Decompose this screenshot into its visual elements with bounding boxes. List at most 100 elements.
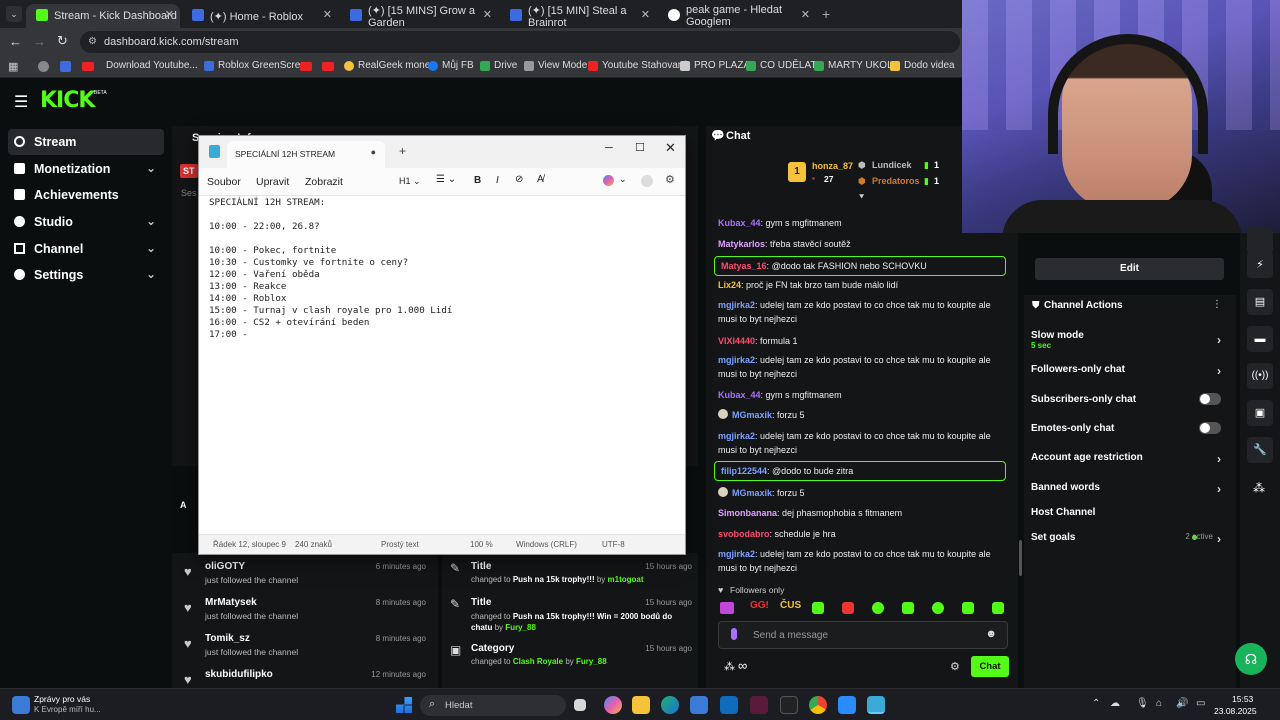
news-title[interactable]: Zprávy pro vás — [34, 694, 90, 704]
bookmark-item[interactable]: RealGeek money — [344, 60, 435, 71]
chat-username[interactable]: Kubax_44 — [718, 218, 761, 228]
italic-icon[interactable]: I — [496, 175, 499, 186]
tab-kick-dashboard[interactable]: Stream - Kick Dashboard ✕ — [26, 4, 180, 28]
chat-settings-icon[interactable]: ⚙ — [950, 660, 960, 673]
leader-name[interactable]: honza_87 — [812, 161, 853, 171]
chrome-icon[interactable] — [809, 696, 827, 714]
tab-steal-brainrot[interactable]: (✦) [15 MIN] Steal a Brainrot ✕ — [500, 4, 656, 29]
url-field[interactable]: ⚙ dashboard.kick.com/stream — [80, 31, 960, 53]
banned-words-row[interactable]: Banned words › — [1031, 482, 1227, 496]
tab-grow-garden[interactable]: (✦) [15 MINS] Grow a Garden ✕ — [340, 4, 498, 29]
close-icon[interactable]: ✕ — [323, 8, 332, 21]
tray-app-icon[interactable]: ☁ — [1110, 698, 1120, 709]
expand-leaderboard-icon[interactable]: ⯆ — [858, 192, 865, 203]
chat-username[interactable]: Kubax_44 — [718, 390, 761, 400]
bold-icon[interactable]: B — [474, 175, 481, 186]
outlook-icon[interactable] — [720, 696, 738, 714]
follower-name[interactable]: skubidufilipko — [205, 669, 273, 680]
tab-menu-button[interactable]: ⌄ — [6, 6, 22, 22]
microphone-icon[interactable] — [731, 628, 737, 640]
kick-logo[interactable]: KICK — [40, 88, 95, 113]
clock-time[interactable]: 15:53 — [1232, 694, 1253, 704]
host-channel-row[interactable]: Host Channel — [1031, 507, 1227, 518]
close-icon[interactable]: ✕ — [665, 140, 676, 156]
menu-file[interactable]: Soubor — [207, 176, 241, 188]
edit-button[interactable]: Edit — [1035, 258, 1224, 280]
follower-name[interactable]: Tomik_sz — [205, 633, 250, 644]
clear-format-icon[interactable]: A̸ — [537, 174, 544, 185]
send-chat-button[interactable]: Chat — [971, 656, 1009, 677]
close-icon[interactable]: ✕ — [165, 8, 174, 21]
bookmark-item[interactable]: Download Youtube... — [106, 60, 198, 71]
link-icon[interactable]: ⊘ — [515, 174, 523, 185]
broadcast-icon[interactable]: ((•)) — [1247, 363, 1273, 389]
back-icon[interactable]: ← — [9, 34, 22, 49]
taskbar-search[interactable]: ⌕ Hledat — [420, 695, 566, 716]
account-age-row[interactable]: Account age restriction › — [1031, 452, 1227, 466]
chat-username[interactable]: mgjirka2 — [718, 300, 755, 310]
list-icon[interactable]: ☰ ⌄ — [436, 174, 456, 185]
emote-icon[interactable] — [720, 602, 734, 614]
edge-icon[interactable] — [661, 696, 679, 714]
hamburger-menu-icon[interactable]: ☰ — [14, 92, 28, 112]
reload-icon[interactable]: ↻ — [57, 33, 68, 49]
account-icon[interactable] — [641, 175, 653, 187]
chat-username[interactable]: filip122544 — [721, 466, 767, 476]
tray-chevron-icon[interactable]: ⌃ — [1092, 698, 1100, 709]
chat-username[interactable]: MGmaxik — [732, 410, 772, 420]
copilot-app-icon[interactable] — [604, 696, 622, 714]
chat-username[interactable]: mgjirka2 — [718, 355, 755, 365]
emote-icon[interactable] — [812, 602, 824, 614]
forward-icon[interactable]: → — [33, 34, 46, 49]
emote-icon[interactable]: ČUS — [780, 600, 801, 611]
apps-grid-icon[interactable]: ▦ — [8, 60, 18, 73]
battery-icon[interactable]: ▭ — [1196, 698, 1205, 709]
sidebar-item-monetization[interactable]: Monetization ⌄ — [8, 156, 164, 182]
bookmark-item[interactable]: Dodo videa — [890, 60, 955, 71]
roblox-bookmark-icon[interactable] — [60, 61, 71, 72]
chat-scrollbar[interactable] — [1019, 540, 1022, 576]
leader-name[interactable]: Predatoros — [872, 176, 920, 186]
youtube-bookmark-icon[interactable] — [82, 62, 94, 71]
chat-username[interactable]: mgjirka2 — [718, 549, 755, 559]
copilot-icon[interactable] — [603, 175, 614, 186]
slow-mode-row[interactable]: Slow mode 5 sec › — [1031, 330, 1227, 356]
menu-view[interactable]: Zobrazit — [305, 176, 343, 188]
follower-name[interactable]: MrMatysek — [205, 597, 257, 608]
new-tab-button[interactable]: + — [822, 6, 830, 22]
chat-username[interactable]: Lix24 — [718, 280, 741, 290]
emoji-icon[interactable]: ☻ — [985, 628, 997, 640]
start-icon[interactable] — [396, 697, 412, 713]
chat-username[interactable]: MGmaxik — [732, 488, 772, 498]
notepad-taskbar-icon[interactable] — [867, 696, 885, 714]
chat-bubble-icon[interactable]: ▬ — [1247, 326, 1273, 352]
close-icon[interactable]: ✕ — [483, 8, 492, 21]
emotes-only-row[interactable]: Emotes-only chat — [1031, 422, 1227, 434]
chat-username[interactable]: Matykarlos — [718, 239, 765, 249]
maximize-icon[interactable]: ☐ — [635, 141, 645, 154]
sidebar-item-stream[interactable]: Stream — [8, 129, 164, 155]
new-tab-button[interactable]: + — [399, 144, 406, 158]
chat-username[interactable]: Simonbanana — [718, 508, 777, 518]
bookmark-item[interactable]: CO UDĚLAT — [746, 60, 817, 71]
bookmark-item[interactable]: Drive — [480, 60, 517, 71]
store-icon[interactable] — [690, 696, 708, 714]
wrench-icon[interactable]: 🔧 — [1247, 437, 1273, 463]
network-icon[interactable]: ⌂ — [1156, 698, 1162, 709]
chat-username[interactable]: svobodabro — [718, 529, 770, 539]
chrome-bookmark-icon[interactable] — [38, 61, 49, 72]
sidebar-item-channel[interactable]: Channel ⌄ — [8, 236, 164, 262]
heading-select[interactable]: H1 ⌄ — [399, 176, 421, 187]
emote-icon[interactable] — [992, 602, 1004, 614]
sidebar-item-achievements[interactable]: Achievements — [8, 182, 164, 208]
emote-icon[interactable]: GG! — [750, 600, 769, 611]
encoding[interactable]: UTF-8 — [602, 540, 625, 549]
close-icon[interactable]: ✕ — [801, 8, 810, 21]
bookmark-item[interactable]: PRO PLAZA — [680, 60, 750, 71]
news-widget-icon[interactable] — [12, 696, 30, 714]
next-app-icon[interactable] — [750, 696, 768, 714]
file-explorer-icon[interactable] — [632, 696, 650, 714]
bookmark-item[interactable]: Můj FB — [428, 60, 474, 71]
microphone-tray-icon[interactable]: 🎙 — [1136, 698, 1149, 709]
leader-name[interactable]: Lundicek — [872, 160, 912, 170]
